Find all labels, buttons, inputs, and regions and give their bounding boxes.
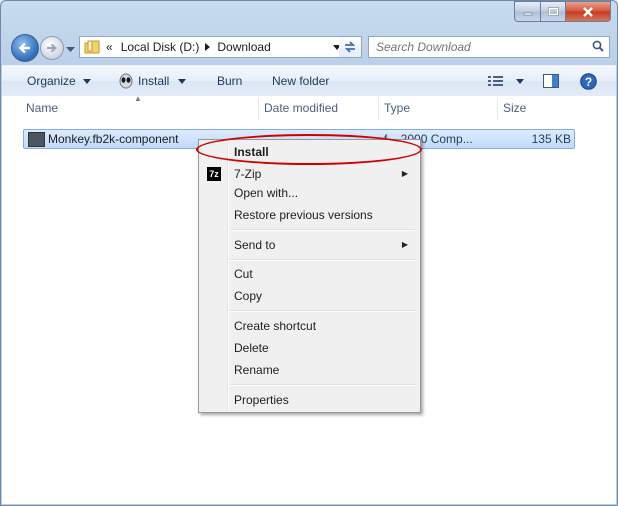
- column-header-size[interactable]: Size: [503, 96, 526, 120]
- navigation-bar: « Local Disk (D:) Download: [9, 33, 613, 62]
- chevron-down-icon: [178, 78, 187, 84]
- menu-separator: [230, 310, 415, 312]
- menu-item-label: Send to: [234, 238, 276, 252]
- organize-label: Organize: [27, 74, 76, 88]
- chevron-down-icon: [66, 47, 75, 52]
- menu-item-install[interactable]: Install: [201, 141, 416, 163]
- column-header-name[interactable]: Name: [26, 96, 58, 120]
- refresh-icon: [344, 41, 356, 53]
- forward-arrow-icon: [47, 43, 58, 53]
- folder-icon: [84, 40, 100, 54]
- close-button[interactable]: [566, 1, 611, 22]
- menu-separator: [230, 259, 415, 261]
- command-bar: Organize Install Burn New folder ?: [2, 65, 616, 97]
- burn-label: Burn: [217, 74, 243, 88]
- burn-button[interactable]: Burn: [217, 66, 242, 96]
- menu-item-label: Install: [234, 145, 269, 159]
- minimize-icon: [523, 12, 532, 15]
- preview-pane-icon: [543, 74, 559, 88]
- column-header-type[interactable]: Type: [384, 96, 410, 120]
- file-size: 135 KB: [531, 132, 571, 146]
- svg-text:?: ?: [585, 74, 592, 88]
- new-folder-label: New folder: [272, 74, 330, 88]
- submenu-arrow-icon: ▶: [401, 240, 408, 249]
- alien-icon: [119, 73, 133, 89]
- menu-item-create-shortcut[interactable]: Create shortcut: [201, 315, 416, 337]
- breadcrumb-download[interactable]: Download: [217, 40, 270, 54]
- column-header-date[interactable]: Date modified: [264, 96, 338, 120]
- 7zip-icon: 7z: [207, 167, 221, 181]
- menu-item-label: Open with...: [234, 186, 299, 200]
- menu-item-label: Restore previous versions: [234, 208, 373, 222]
- menu-separator: [230, 384, 415, 386]
- install-label: Install: [138, 74, 170, 88]
- context-menu: Install 7z 7-Zip ▶ Open with... Restore …: [198, 139, 421, 413]
- recent-pages-dropdown[interactable]: [66, 42, 75, 56]
- install-button[interactable]: Install: [118, 66, 187, 96]
- menu-item-label: Copy: [234, 289, 263, 303]
- menu-item-restore-previous-versions[interactable]: Restore previous versions: [201, 204, 416, 226]
- menu-item-cut[interactable]: Cut: [201, 263, 416, 285]
- breadcrumb-local-disk[interactable]: Local Disk (D:): [121, 40, 200, 54]
- breadcrumb-separator-icon[interactable]: [205, 43, 211, 51]
- change-view-button[interactable]: [488, 66, 524, 96]
- file-icon: [28, 132, 45, 147]
- column-divider[interactable]: [378, 98, 379, 120]
- column-divider[interactable]: [258, 98, 259, 120]
- path-overflow[interactable]: «: [106, 40, 113, 54]
- menu-item-label: Rename: [234, 363, 280, 377]
- forward-button[interactable]: [40, 36, 64, 60]
- explorer-window: « Local Disk (D:) Download Organize Inst…: [0, 0, 618, 506]
- address-bar[interactable]: « Local Disk (D:) Download: [79, 36, 347, 58]
- file-name: Monkey.fb2k-component: [48, 132, 179, 146]
- menu-item-delete[interactable]: Delete: [201, 337, 416, 359]
- maximize-button[interactable]: [541, 1, 566, 22]
- menu-item-rename[interactable]: Rename: [201, 359, 416, 381]
- menu-separator: [230, 229, 415, 231]
- close-icon: [583, 6, 593, 17]
- menu-item-open-with[interactable]: Open with...: [201, 182, 416, 204]
- menu-item-copy[interactable]: Copy: [201, 285, 416, 307]
- refresh-button[interactable]: [339, 36, 362, 58]
- new-folder-button[interactable]: New folder: [272, 66, 329, 96]
- search-input[interactable]: [374, 39, 588, 55]
- chevron-down-icon: [82, 78, 91, 84]
- help-icon: ?: [580, 72, 597, 90]
- organize-button[interactable]: Organize: [27, 66, 91, 96]
- column-divider[interactable]: [497, 98, 498, 120]
- menu-item-send-to[interactable]: Send to ▶: [201, 234, 416, 256]
- preview-pane-button[interactable]: [543, 66, 559, 96]
- menu-item-label: Properties: [234, 393, 289, 407]
- caption-buttons: [514, 1, 611, 22]
- maximize-icon: [547, 6, 559, 16]
- back-arrow-icon: [18, 42, 30, 54]
- search-box[interactable]: [368, 36, 610, 58]
- sort-ascending-icon: ▲: [134, 94, 142, 103]
- menu-item-properties[interactable]: Properties: [201, 389, 416, 411]
- menu-item-label: Cut: [234, 267, 253, 281]
- back-button[interactable]: [11, 34, 39, 62]
- menu-item-label: Create shortcut: [234, 319, 317, 333]
- search-icon[interactable]: [592, 40, 604, 52]
- minimize-button[interactable]: [514, 1, 541, 22]
- view-list-icon: [488, 76, 503, 86]
- chevron-down-icon: [516, 78, 524, 84]
- help-button[interactable]: ?: [580, 66, 597, 96]
- menu-item-label: Delete: [234, 341, 269, 355]
